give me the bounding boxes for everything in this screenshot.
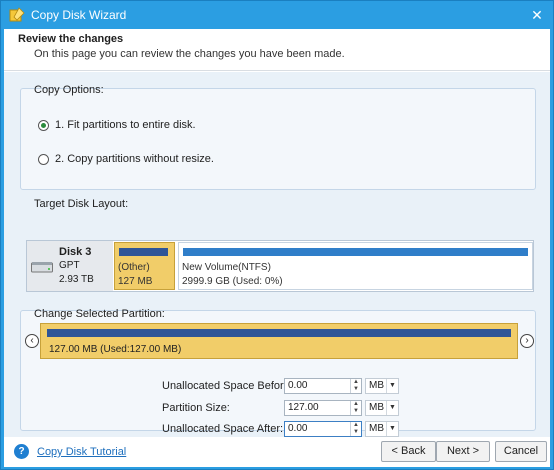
help-icon[interactable]: ? [14,444,29,459]
unallocated-after-label: Unallocated Space After: [162,423,284,435]
radio-checked-icon[interactable] [38,119,49,131]
change-partition-label: Change Selected Partition: [34,308,165,320]
partition-ntfs[interactable]: New Volume(NTFS) 2999.9 GB (Used: 0%) [178,242,533,290]
target-layout-label: Target Disk Layout: [34,198,129,210]
disk-info[interactable]: Disk 3 GPT 2.93 TB [27,241,113,291]
spin-value: 0.00 [288,423,308,434]
partition-name: New Volume(NTFS) [182,262,271,273]
wizard-footer: ? Copy Disk Tutorial < Back Next > Cance… [4,437,550,467]
unit-select[interactable]: MB ▼ [365,400,399,416]
wizard-body: Copy Options: 1. Fit partitions to entir… [4,72,550,437]
dropdown-icon[interactable]: ▼ [386,422,398,436]
spin-value: 0.00 [288,380,308,391]
cancel-button[interactable]: Cancel [495,441,547,462]
dropdown-icon[interactable]: ▼ [386,401,398,415]
page-header: Review the changes On this page you can … [4,29,550,71]
radio-icon[interactable] [38,153,49,165]
copy-options-group [20,88,536,190]
partition-usage-bar [47,329,511,337]
left-arrow-icon[interactable]: ‹ [25,334,39,348]
partition-size-label: Partition Size: [162,402,230,414]
tutorial-link[interactable]: Copy Disk Tutorial [37,446,126,458]
disk-type: GPT [59,260,80,271]
option-copy-without-resize[interactable]: 2. Copy partitions without resize. [38,153,214,165]
unallocated-before-input[interactable]: 0.00 ▲ ▼ [284,378,362,394]
unit-select[interactable]: MB ▼ [365,378,399,394]
partition-name: (Other) [118,262,150,273]
title-bar: Copy Disk Wizard ✕ [1,1,553,29]
wizard-window: Copy Disk Wizard ✕ Review the changes On… [0,0,554,470]
partition-size: 2999.9 GB (Used: 0%) [182,276,283,287]
copy-options-label: Copy Options: [34,84,104,96]
page-subtitle: On this page you can review the changes … [34,48,345,60]
partition-usage-bar [119,248,168,256]
partition-other[interactable]: (Other) 127 MB [114,242,175,290]
unit-select[interactable]: MB ▼ [365,421,399,437]
unallocated-after-input[interactable]: 0.00 ▲ ▼ [284,421,362,437]
unit-value: MB [369,380,384,391]
spin-arrows-icon[interactable]: ▲ ▼ [350,379,361,393]
unit-value: MB [369,402,384,413]
selected-partition-label: 127.00 MB (Used:127.00 MB) [49,344,182,355]
window-title: Copy Disk Wizard [31,8,127,22]
option-fit-partitions[interactable]: 1. Fit partitions to entire disk. [38,119,196,131]
dropdown-icon[interactable]: ▼ [386,379,398,393]
disk-size: 2.93 TB [59,274,94,285]
close-icon[interactable]: ✕ [527,5,547,25]
option-label: 2. Copy partitions without resize. [55,153,214,165]
partition-usage-bar [183,248,528,256]
spin-arrows-icon[interactable]: ▲ ▼ [350,401,361,415]
option-label: 1. Fit partitions to entire disk. [55,119,196,131]
spin-arrows-icon[interactable]: ▲ ▼ [350,422,361,436]
spin-value: 127.00 [288,402,319,413]
selected-partition-bar[interactable]: 127.00 MB (Used:127.00 MB) [40,323,518,359]
disk-name: Disk 3 [59,246,92,258]
target-disk-row: Disk 3 GPT 2.93 TB (Other) 127 MB New Vo… [26,240,534,292]
partition-size-input[interactable]: 127.00 ▲ ▼ [284,400,362,416]
wizard-icon [9,7,25,22]
wizard-client: Review the changes On this page you can … [4,29,550,467]
unit-value: MB [369,423,384,434]
next-button[interactable]: Next > [436,441,490,462]
right-arrow-icon[interactable]: › [520,334,534,348]
unallocated-before-label: Unallocated Space Before: [162,380,293,392]
back-button[interactable]: < Back [381,441,436,462]
hdd-icon [31,262,53,273]
page-title: Review the changes [18,33,124,45]
partition-size: 127 MB [118,276,153,287]
